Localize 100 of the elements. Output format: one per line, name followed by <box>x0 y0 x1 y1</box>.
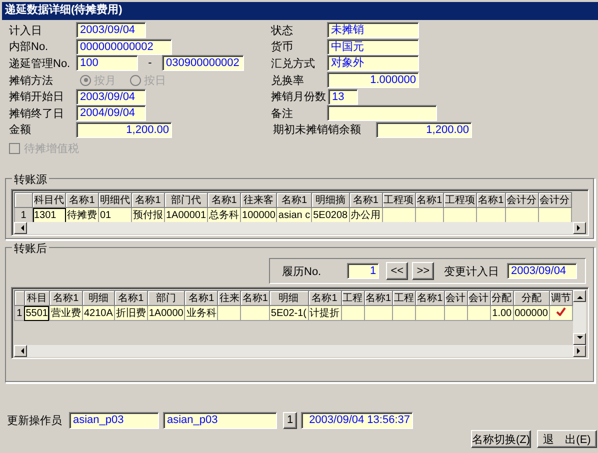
column-header[interactable]: 分配 <box>513 290 550 306</box>
table-cell: 业务科 <box>184 306 218 321</box>
scroll-up-button[interactable] <box>573 290 586 302</box>
column-header[interactable]: 名称1 <box>476 192 506 208</box>
table-cell <box>444 208 477 222</box>
table-cell: 4210A <box>82 306 114 321</box>
column-header[interactable]: 明细 <box>82 290 114 306</box>
input-field[interactable]: asian_p03 <box>69 412 159 429</box>
input-field[interactable]: 000000000002 <box>76 38 172 55</box>
column-header[interactable]: 名称1 <box>66 192 98 208</box>
column-header[interactable]: 明细 <box>269 290 308 306</box>
nav-button[interactable]: << <box>386 262 408 280</box>
column-header[interactable]: 名称1 <box>415 192 444 208</box>
field-label: 摊销终了日 <box>9 106 65 121</box>
input-field[interactable]: 中国元 <box>327 38 419 55</box>
input-field[interactable]: 未摊销 <box>327 22 419 38</box>
input-field[interactable]: 对象外 <box>327 55 419 72</box>
column-header[interactable]: 会计分 <box>505 192 538 208</box>
table-cell <box>416 306 444 321</box>
field-label: 摊销开始日 <box>9 90 65 104</box>
group-title: 转账源 <box>12 172 49 188</box>
column-header[interactable]: 科目 <box>24 290 50 306</box>
column-header[interactable]: 名称1 <box>208 192 241 208</box>
horizontal-scrollbar[interactable] <box>14 345 586 358</box>
table-cell: 5E02-1( <box>269 306 308 321</box>
input-field[interactable]: 13 <box>328 88 358 105</box>
action-button[interactable]: 名称切换(Z) <box>471 430 531 448</box>
field-label: 履历No. <box>282 264 322 279</box>
field-label: 汇兑方式 <box>271 56 316 71</box>
column-header[interactable]: 会计分 <box>538 192 572 208</box>
input-field[interactable]: asian_p03 <box>163 412 277 429</box>
column-header[interactable]: 名称1 <box>276 192 312 208</box>
column-header[interactable]: 名称1 <box>308 290 341 306</box>
field-label: 备注 <box>271 106 294 121</box>
input-field[interactable]: 2003/09/04 <box>76 88 146 105</box>
input-field[interactable]: 1 <box>347 263 380 280</box>
input-field[interactable]: 1,200.00 <box>376 122 472 138</box>
column-header[interactable]: 工程项 <box>382 192 416 208</box>
column-header[interactable]: 名称1 <box>364 290 393 306</box>
table-cell: 营业费 <box>49 306 82 321</box>
user-button[interactable]: 1 <box>283 412 297 429</box>
scroll-right-button[interactable] <box>573 222 586 234</box>
field-label: 计入日 <box>9 24 43 38</box>
column-header[interactable]: 名称1 <box>132 192 164 208</box>
input-field[interactable]: 2003/09/04 <box>76 22 146 38</box>
column-header[interactable]: 科目代 <box>32 192 66 208</box>
nav-button[interactable]: >> <box>412 262 434 280</box>
horizontal-scrollbar[interactable] <box>14 222 586 234</box>
group-title: 转账后 <box>12 241 49 256</box>
vertical-scrollbar[interactable] <box>573 290 586 346</box>
field-label: 金额 <box>9 122 32 138</box>
table-cell: 总务科 <box>208 208 241 222</box>
field-label: 摊销方法 <box>9 74 54 88</box>
column-header[interactable]: 工程 <box>341 290 364 306</box>
column-header[interactable]: 分配 <box>490 290 514 306</box>
input-field[interactable]: 1.000000 <box>327 72 419 88</box>
column-header[interactable]: 名称1 <box>49 290 82 306</box>
column-header[interactable]: 会计 <box>467 290 490 306</box>
column-header[interactable]: 往来 <box>218 290 241 306</box>
column-header[interactable]: 工程项 <box>444 192 477 208</box>
column-header[interactable]: 名称1 <box>114 290 148 306</box>
grid-corner <box>14 290 24 306</box>
table-cell: asian c <box>276 208 312 222</box>
input-field[interactable] <box>327 105 437 122</box>
field-label: 内部No. <box>9 40 50 54</box>
field-label: 期初未摊销销余额 <box>273 122 362 138</box>
scroll-down-button[interactable] <box>573 333 586 346</box>
table-cell <box>476 208 506 222</box>
input-field[interactable]: 2004/09/04 <box>76 105 146 122</box>
table-cell: 000000 <box>513 306 550 321</box>
column-header[interactable]: 明细代 <box>98 192 132 208</box>
column-header[interactable]: 明细摘 <box>312 192 350 208</box>
scroll-right-button[interactable] <box>573 345 586 358</box>
column-header[interactable]: 部门代 <box>164 192 208 208</box>
table-cell: 1A00001 <box>164 208 208 222</box>
column-header[interactable]: 名称1 <box>349 192 382 208</box>
column-header[interactable]: 调节 <box>550 290 572 306</box>
table-cell: 计提折 <box>308 306 341 321</box>
table-cell: 100000 <box>240 208 277 222</box>
grid-corner <box>14 192 32 208</box>
input-field[interactable]: 2003/09/04 13:56:37 <box>301 412 413 429</box>
column-header[interactable]: 名称1 <box>184 290 218 306</box>
column-header[interactable]: 会计 <box>444 290 468 306</box>
input-field[interactable]: 1,200.00 <box>76 122 172 138</box>
input-field[interactable]: 2003/09/04 <box>507 263 577 280</box>
column-header[interactable]: 部门 <box>147 290 185 306</box>
field-label: 更新操作员 <box>7 414 63 428</box>
column-header[interactable]: 名称1 <box>240 290 270 306</box>
scroll-left-button[interactable] <box>14 222 27 234</box>
scroll-left-button[interactable] <box>14 345 27 358</box>
column-header[interactable]: 工程 <box>392 290 416 306</box>
input-field[interactable]: 030900000002 <box>162 55 244 72</box>
table-cell: 预付报 <box>132 208 164 222</box>
column-header[interactable]: 名称1 <box>416 290 444 306</box>
column-header[interactable]: 往来客 <box>240 192 277 208</box>
table-cell <box>538 208 572 222</box>
action-button[interactable]: 退 出(E) <box>537 430 597 448</box>
table-cell: 办公用 <box>349 208 382 222</box>
field-label: 递延管理No. <box>9 56 72 71</box>
input-field[interactable]: 100 <box>76 55 138 72</box>
